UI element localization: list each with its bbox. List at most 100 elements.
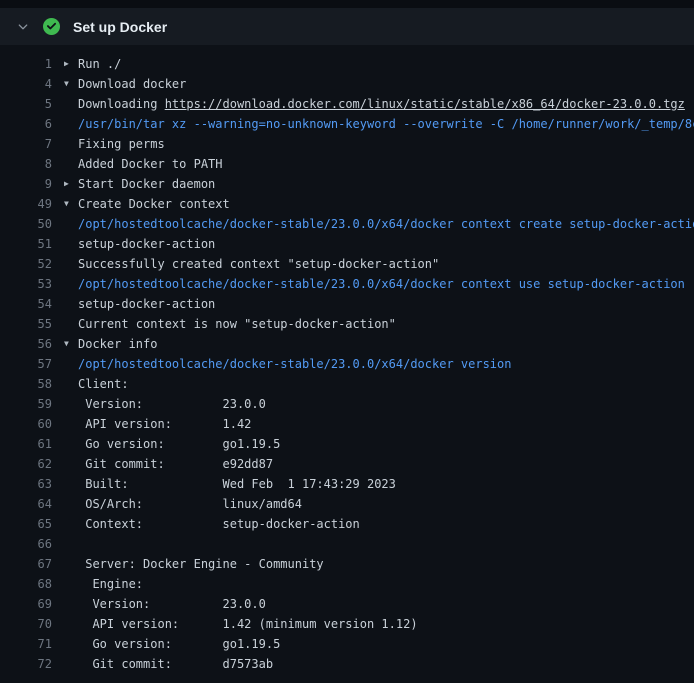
log-command-text: /opt/hostedtoolcache/docker-stable/23.0.… [78, 217, 694, 231]
log-text-segment: Engine: [78, 577, 143, 591]
log-line: 5 Downloading https://download.docker.com… [0, 94, 694, 114]
log-group-line[interactable]: 56 ▼Docker info [0, 334, 694, 354]
log-line: 65 Context: setup-docker-action [0, 514, 694, 534]
log-group-line[interactable]: 4 ▼Download docker [0, 74, 694, 94]
collapse-arrow-icon[interactable]: ▼ [64, 74, 78, 94]
expand-arrow-icon[interactable]: ▶ [64, 54, 78, 74]
log-text-segment: Downloading [78, 97, 165, 111]
log-text: API version: 1.42 (minimum version 1.12) [78, 617, 694, 631]
log-text: Docker info [78, 337, 694, 351]
step-header[interactable]: Set up Docker [0, 8, 694, 45]
line-number[interactable]: 61 [0, 437, 52, 451]
log-text: Current context is now "setup-docker-act… [78, 317, 694, 331]
line-number[interactable]: 68 [0, 577, 52, 591]
line-number[interactable]: 50 [0, 217, 52, 231]
log-text: Create Docker context [78, 197, 694, 211]
log-line: 72 Git commit: d7573ab [0, 654, 694, 674]
log-line: 62 Git commit: e92dd87 [0, 454, 694, 474]
log-text-segment: Version: 23.0.0 [78, 397, 266, 411]
line-number[interactable]: 62 [0, 457, 52, 471]
log-text-segment: setup-docker-action [78, 237, 215, 251]
log-line: 64 OS/Arch: linux/amd64 [0, 494, 694, 514]
log-viewer[interactable]: 1▶Run ./4▼Download docker5Downloading ht… [0, 45, 694, 683]
log-text: Download docker [78, 77, 694, 91]
log-text: Go version: go1.19.5 [78, 437, 694, 451]
log-group-line[interactable]: 9 ▶Start Docker daemon [0, 174, 694, 194]
log-text: Go version: go1.19.5 [78, 637, 694, 651]
log-line: 50/opt/hostedtoolcache/docker-stable/23.… [0, 214, 694, 234]
log-text-segment: Git commit: d7573ab [78, 657, 273, 671]
log-text: setup-docker-action [78, 237, 694, 251]
log-command-text: /opt/hostedtoolcache/docker-stable/23.0.… [78, 357, 511, 371]
line-number[interactable]: 58 [0, 377, 52, 391]
log-text-segment: setup-docker-action [78, 297, 215, 311]
log-text-segment: Server: Docker Engine - Community [78, 557, 324, 571]
log-line: 57/opt/hostedtoolcache/docker-stable/23.… [0, 354, 694, 374]
log-text-segment: Successfully created context "setup-dock… [78, 257, 439, 271]
log-text: Server: Docker Engine - Community [78, 557, 694, 571]
log-command-text: /opt/hostedtoolcache/docker-stable/23.0.… [78, 277, 685, 291]
line-number[interactable]: 53 [0, 277, 52, 291]
log-line: 53/opt/hostedtoolcache/docker-stable/23.… [0, 274, 694, 294]
line-number[interactable]: 69 [0, 597, 52, 611]
log-text-segment: Built: Wed Feb 1 17:43:29 2023 [78, 477, 396, 491]
line-number[interactable]: 57 [0, 357, 52, 371]
log-text-segment: Docker info [78, 337, 157, 351]
line-number[interactable]: 63 [0, 477, 52, 491]
log-lines: 1▶Run ./4▼Download docker5Downloading ht… [0, 54, 694, 674]
line-number[interactable]: 67 [0, 557, 52, 571]
log-text: setup-docker-action [78, 297, 694, 311]
line-number[interactable]: 70 [0, 617, 52, 631]
line-number[interactable]: 64 [0, 497, 52, 511]
line-number[interactable]: 56 [0, 337, 52, 351]
chevron-down-icon[interactable] [16, 20, 30, 34]
log-line: 70 API version: 1.42 (minimum version 1.… [0, 614, 694, 634]
line-number[interactable]: 65 [0, 517, 52, 531]
log-line: 8 Added Docker to PATH [0, 154, 694, 174]
log-text: Version: 23.0.0 [78, 397, 694, 411]
collapse-arrow-icon[interactable]: ▼ [64, 194, 78, 214]
log-text: OS/Arch: linux/amd64 [78, 497, 694, 511]
log-text: Run ./ [78, 57, 694, 71]
log-line: 54 setup-docker-action [0, 294, 694, 314]
line-number[interactable]: 51 [0, 237, 52, 251]
log-text-segment: Context: setup-docker-action [78, 517, 360, 531]
line-number[interactable]: 7 [0, 137, 52, 151]
collapse-arrow-icon[interactable]: ▼ [64, 334, 78, 354]
log-text: /opt/hostedtoolcache/docker-stable/23.0.… [78, 217, 694, 231]
log-group-line[interactable]: 1 ▶Run ./ [0, 54, 694, 74]
expand-arrow-icon[interactable]: ▶ [64, 174, 78, 194]
line-number[interactable]: 4 [0, 77, 52, 91]
line-number[interactable]: 72 [0, 657, 52, 671]
line-number[interactable]: 1 [0, 57, 52, 71]
log-text: /usr/bin/tar xz --warning=no-unknown-key… [78, 117, 694, 131]
log-text-segment: Added Docker to PATH [78, 157, 223, 171]
log-line: 58Client: [0, 374, 694, 394]
line-number[interactable]: 55 [0, 317, 52, 331]
log-line: 71 Go version: go1.19.5 [0, 634, 694, 654]
log-text: Successfully created context "setup-dock… [78, 257, 694, 271]
line-number[interactable]: 60 [0, 417, 52, 431]
line-number[interactable]: 6 [0, 117, 52, 131]
line-number[interactable]: 71 [0, 637, 52, 651]
log-text: Git commit: d7573ab [78, 657, 694, 671]
line-number[interactable]: 9 [0, 177, 52, 191]
log-text: /opt/hostedtoolcache/docker-stable/23.0.… [78, 277, 694, 291]
line-number[interactable]: 54 [0, 297, 52, 311]
log-text: Built: Wed Feb 1 17:43:29 2023 [78, 477, 694, 491]
line-number[interactable]: 8 [0, 157, 52, 171]
line-number[interactable]: 66 [0, 537, 52, 551]
log-link[interactable]: https://download.docker.com/linux/static… [165, 97, 685, 111]
line-number[interactable]: 52 [0, 257, 52, 271]
log-text: Git commit: e92dd87 [78, 457, 694, 471]
log-line: 60 API version: 1.42 [0, 414, 694, 434]
line-number[interactable]: 49 [0, 197, 52, 211]
log-line: 61 Go version: go1.19.5 [0, 434, 694, 454]
log-text-segment: Git commit: e92dd87 [78, 457, 273, 471]
log-text-segment: Start Docker daemon [78, 177, 215, 191]
line-number[interactable]: 5 [0, 97, 52, 111]
log-text-segment: Go version: go1.19.5 [78, 437, 280, 451]
line-number[interactable]: 59 [0, 397, 52, 411]
log-line: 55 Current context is now "setup-docker-a… [0, 314, 694, 334]
log-group-line[interactable]: 49 ▼Create Docker context [0, 194, 694, 214]
